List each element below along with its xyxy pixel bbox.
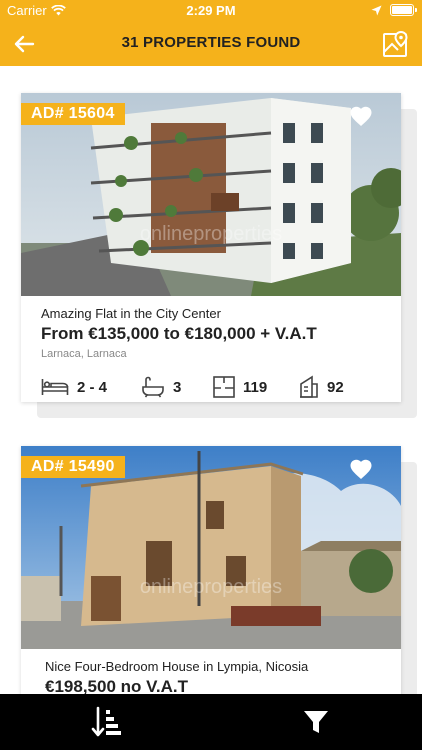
bedrooms-feature: 2 - 4: [41, 377, 141, 397]
battery-icon: [390, 4, 417, 16]
property-features: 2 - 4 3 119 92: [41, 374, 381, 400]
property-location: Larnaca, Larnaca: [41, 348, 127, 360]
bedrooms-value: 2 - 4: [77, 378, 108, 396]
property-photo[interactable]: AD# 15604 onlineproperties: [21, 93, 401, 296]
bathrooms-feature: 3: [141, 376, 213, 398]
status-bar: Carrier 2:29 PM: [0, 0, 422, 22]
card-body[interactable]: AD# 15604 onlineproperties Amazing Flat …: [21, 93, 401, 402]
bottom-toolbar: [0, 694, 422, 750]
property-info: Nice Four-Bedroom House in Lympia, Nicos…: [21, 649, 401, 694]
property-title[interactable]: Nice Four-Bedroom House in Lympia, Nicos…: [45, 659, 381, 674]
nav-bar: 31 PROPERTIES FOUND: [0, 22, 422, 66]
photo-watermark: onlineproperties: [139, 576, 283, 598]
bed-icon: [41, 379, 69, 395]
house-plot-icon: [300, 375, 318, 398]
bathrooms-value: 3: [173, 378, 182, 396]
ad-number-badge: AD# 15490: [21, 456, 125, 478]
ad-number-badge: AD# 15604: [21, 103, 125, 125]
back-arrow-icon[interactable]: [12, 32, 36, 56]
card-body[interactable]: AD# 15490 onlineproperties Nice Four-Bed…: [21, 446, 401, 694]
photo-watermark: onlineproperties: [139, 223, 283, 245]
property-price: €198,500 no V.A.T: [45, 677, 189, 694]
property-info: Amazing Flat in the City Center From €13…: [21, 296, 401, 400]
status-indicators: [371, 4, 417, 16]
bathtub-icon: [142, 376, 164, 398]
property-title[interactable]: Amazing Flat in the City Center: [41, 306, 381, 321]
filter-icon[interactable]: [303, 709, 329, 735]
property-card[interactable]: AD# 15604 onlineproperties Amazing Flat …: [21, 93, 417, 418]
sort-icon[interactable]: [90, 706, 122, 738]
page-title: 31 PROPERTIES FOUND: [121, 34, 301, 51]
status-time: 2:29 PM: [186, 3, 236, 18]
heart-icon[interactable]: [349, 458, 373, 480]
map-pin-icon[interactable]: [382, 30, 410, 58]
property-photo[interactable]: AD# 15490 onlineproperties: [21, 446, 401, 649]
property-price: From €135,000 to €180,000 + V.A.T: [41, 324, 317, 343]
plot-value: 92: [327, 378, 344, 396]
area-value: 119: [243, 378, 268, 396]
floor-plan-icon: [213, 376, 235, 398]
area-feature: 119: [213, 376, 299, 398]
location-arrow-icon: [371, 5, 382, 15]
property-card[interactable]: AD# 15490 onlineproperties Nice Four-Bed…: [21, 446, 417, 694]
heart-icon[interactable]: [349, 105, 373, 127]
plot-feature: 92: [299, 375, 344, 399]
listing-scroll-area[interactable]: AD# 15604 onlineproperties Amazing Flat …: [0, 66, 422, 694]
app-header: Carrier 2:29 PM 31 PROPERTIES FOUND: [0, 0, 422, 66]
